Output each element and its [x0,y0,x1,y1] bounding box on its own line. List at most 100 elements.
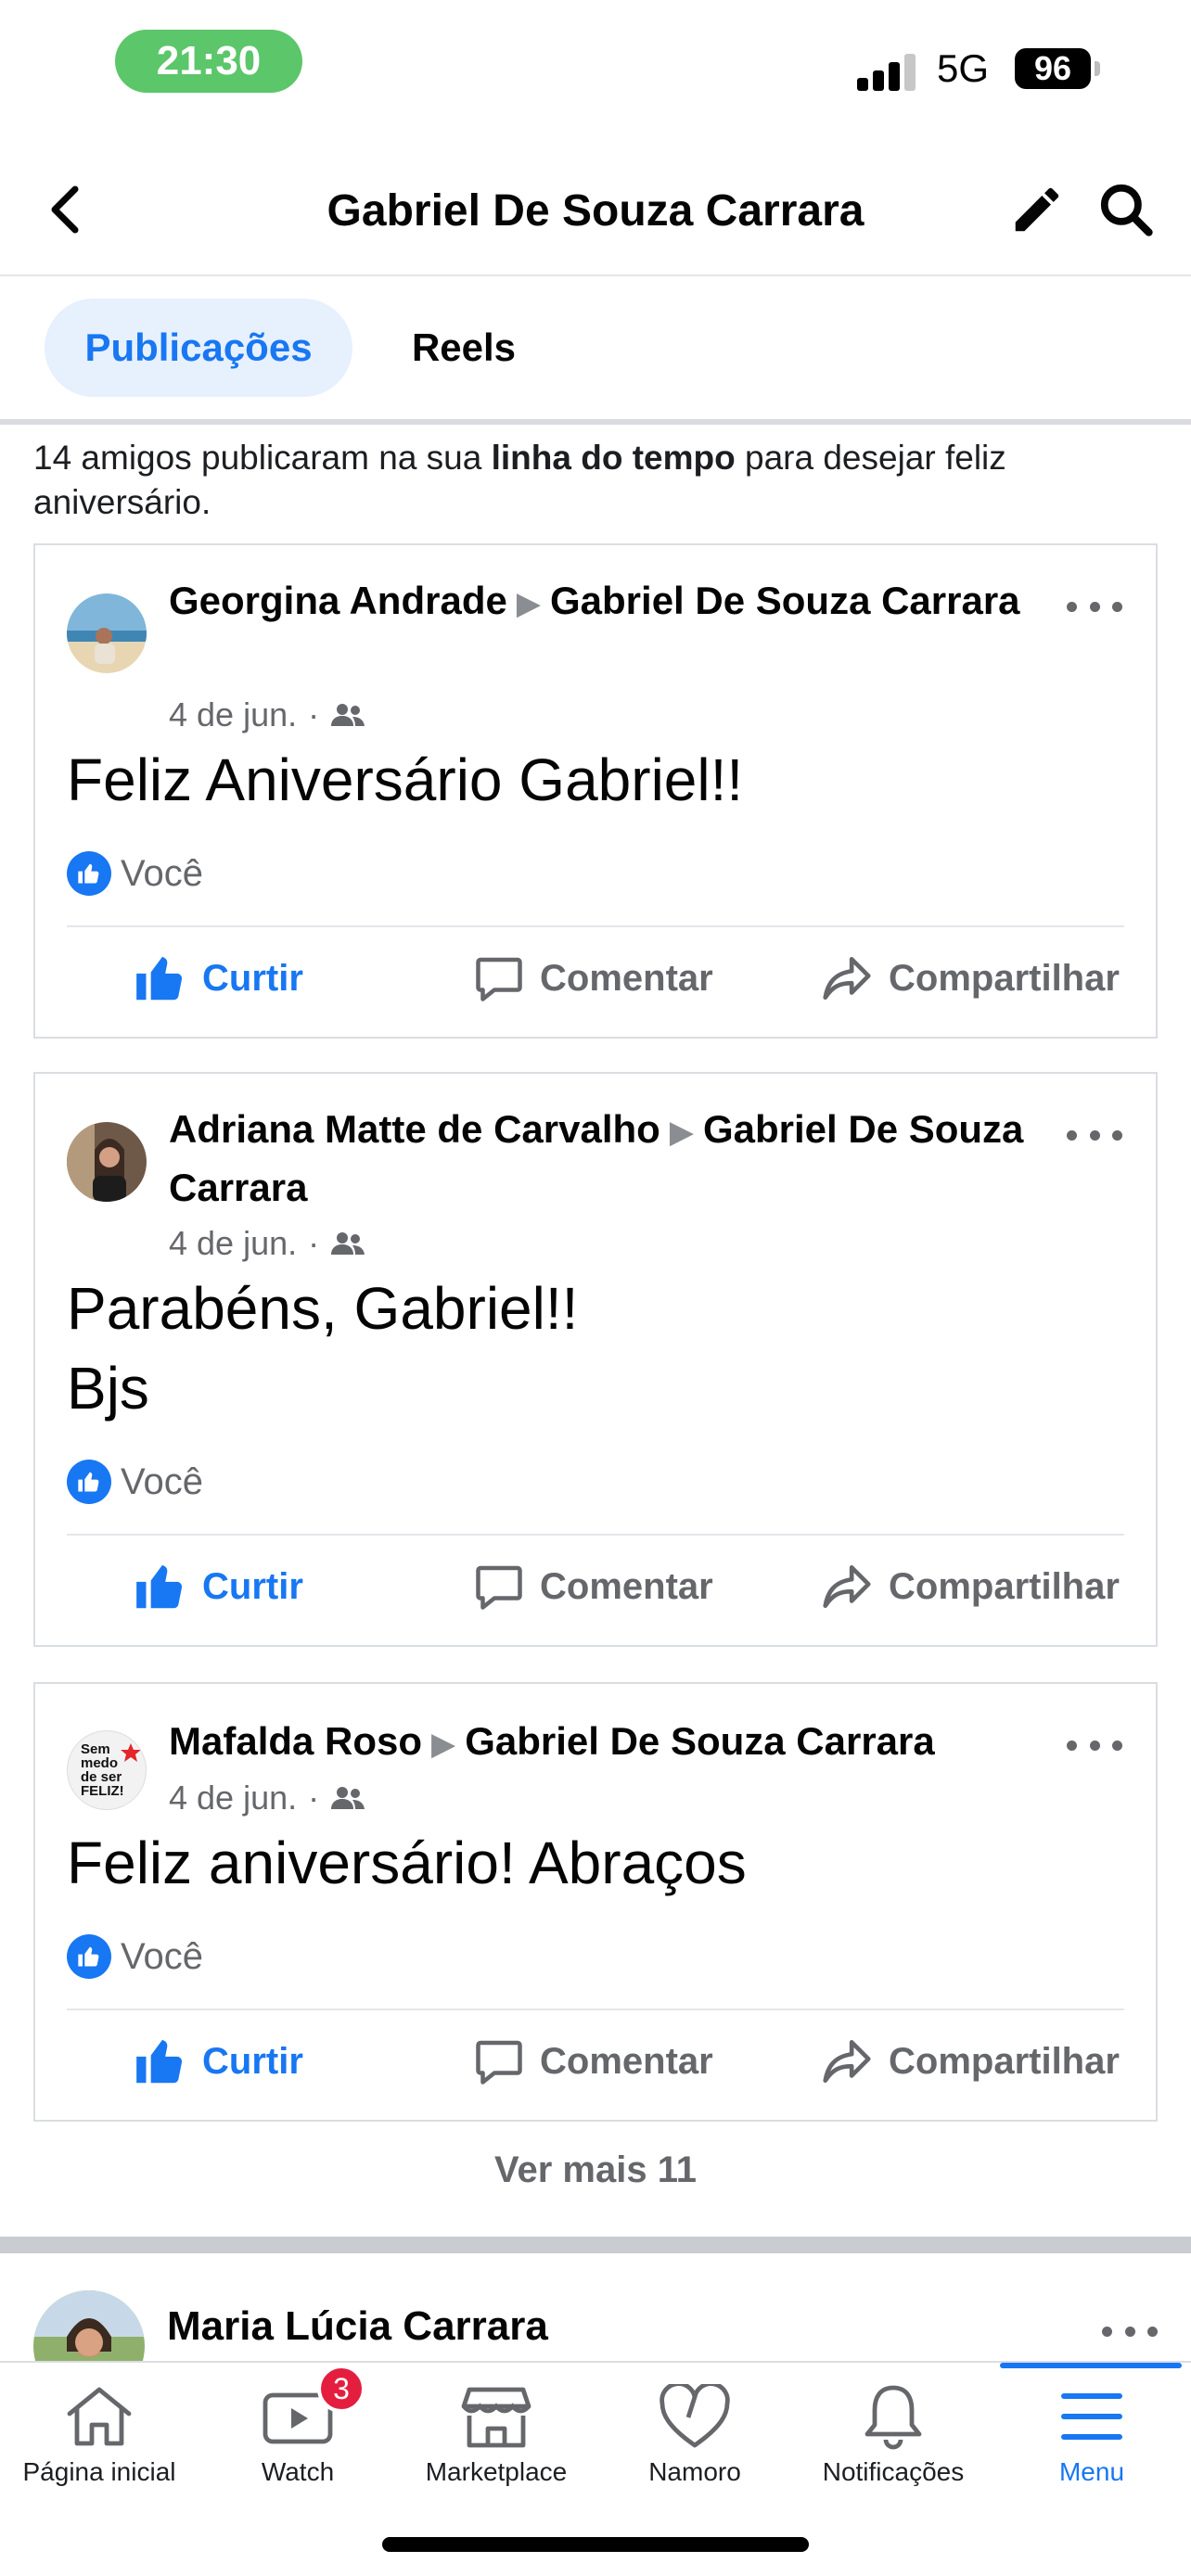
post-author[interactable]: Mafalda Roso ▶ Gabriel De Souza Carrara [169,1714,1059,1772]
more-options-button[interactable] [1067,1727,1122,1764]
next-post-card: Maria Lúcia Carrara [0,2253,1191,2361]
arrow-right-icon: ▶ [431,1727,456,1762]
avatar-text: FELIZ! [81,1783,124,1799]
post-text: Feliz Aniversário Gabriel!! [67,746,744,813]
friends-icon [331,1787,365,1809]
tab-label: Marketplace [425,2457,568,2486]
divider [0,419,1191,425]
network-type: 5G [937,46,990,90]
arrow-right-icon: ▶ [669,1115,694,1150]
tab-label: Watch [261,2457,335,2486]
edit-button[interactable] [1002,171,1072,249]
battery-icon: 96 [1015,48,1091,89]
reaction-names: Você [121,852,203,894]
comment-button[interactable]: Comentar [471,927,713,1029]
post-date[interactable]: 4 de jun. [169,1224,297,1263]
post-date[interactable]: 4 de jun. [169,695,297,734]
share-icon [823,1565,871,1608]
target-name[interactable]: Gabriel De Souza Carrara [465,1719,935,1763]
avatar[interactable] [67,1122,147,1202]
home-indicator[interactable] [382,2537,809,2552]
like-button[interactable]: Curtir [132,2010,303,2112]
bell-icon [864,2385,922,2450]
avatar-text: medo [81,1755,119,1771]
share-button[interactable]: Compartilhar [818,927,1120,1029]
back-button[interactable] [37,174,93,245]
share-icon [823,2040,871,2083]
thumbs-up-icon [136,956,183,1001]
status-time: 21:30 [115,30,302,93]
battery-tip [1095,61,1100,76]
comment-button[interactable]: Comentar [471,1536,713,1638]
nav-header: Gabriel De Souza Carrara [0,148,1191,276]
search-button[interactable] [1091,171,1161,249]
comment-button[interactable]: Comentar [471,2010,713,2112]
tab-reels[interactable]: Reels [371,299,557,397]
target-name[interactable]: Gabriel De Souza Carrara [550,579,1020,622]
avatar[interactable] [67,593,147,673]
like-reaction-icon [67,851,111,896]
post-actions: Curtir Comentar Compartilhar [35,2010,1159,2112]
share-icon [823,957,871,1000]
avatar-text: de ser [81,1769,122,1785]
share-button[interactable]: Compartilhar [818,1536,1120,1638]
post-date[interactable]: 4 de jun. [169,1779,297,1817]
birthday-summary: 14 amigos publicaram na sua linha do tem… [33,436,1156,525]
tab-menu[interactable]: Menu [992,2363,1191,2502]
comment-icon [476,2040,522,2085]
post-actions: Curtir Comentar Compartilhar [35,1536,1159,1638]
section-divider [0,2237,1191,2253]
more-options-button[interactable] [1102,2313,1158,2350]
post-actions: Curtir Comentar Compartilhar [35,927,1159,1029]
reaction-names: Você [121,1935,203,1977]
post-author[interactable]: Georgina Andrade ▶ Gabriel De Souza Carrar… [169,573,1059,631]
reaction-summary[interactable]: Você [67,851,203,896]
thumbs-up-icon [136,1564,183,1609]
author-name[interactable]: Mafalda Roso [169,1719,422,1763]
home-icon [67,2387,132,2446]
friends-icon [331,1232,365,1255]
tab-label: Notificações [822,2457,965,2486]
more-options-button[interactable] [1067,588,1122,625]
heart-icon [660,2384,730,2448]
comment-icon [476,957,522,1001]
search-icon [1100,184,1153,236]
avatar[interactable]: Sem medo de ser FELIZ! [67,1730,147,1810]
tab-watch[interactable]: 3 Watch [198,2363,397,2502]
tab-home[interactable]: Página inicial [0,2363,198,2502]
see-more-button[interactable]: Ver mais 11 [0,2149,1191,2191]
tab-publicacoes[interactable]: Publicações [45,299,352,397]
arrow-right-icon: ▶ [516,586,541,621]
notification-badge: 3 [317,2365,365,2413]
tab-marketplace[interactable]: Marketplace [397,2363,596,2502]
like-reaction-icon [67,1934,111,1979]
reaction-summary[interactable]: Você [67,1460,203,1504]
post-card: Sem medo de ser FELIZ! Mafalda Roso ▶ Gabr… [33,1682,1158,2122]
like-button[interactable]: Curtir [132,1536,303,1638]
reaction-summary[interactable]: Você [67,1934,203,1979]
author-name[interactable]: Georgina Andrade [169,579,507,622]
author-name[interactable]: Adriana Matte de Carvalho [169,1107,660,1151]
post-card: Adriana Matte de Carvalho ▶ Gabriel De Sou… [33,1072,1158,1647]
post-author[interactable]: Adriana Matte de Carvalho ▶ Gabriel De Sou… [169,1102,1059,1216]
marketplace-icon [461,2387,531,2448]
thumbs-up-icon [136,2039,183,2084]
share-button[interactable]: Compartilhar [818,2010,1120,2112]
more-options-button[interactable] [1067,1116,1122,1154]
tab-label: Menu [1058,2457,1125,2486]
signal-icon [857,50,916,91]
tab-dating[interactable]: Namoro [596,2363,794,2502]
post-text-line: Parabéns, Gabriel!! [67,1275,579,1342]
tab-label: Namoro [648,2457,741,2486]
timeline-link[interactable]: linha do tempo [492,439,736,477]
post-meta: 4 de jun. · [169,1224,365,1263]
author-name[interactable]: Maria Lúcia Carrara [167,2303,548,2350]
avatar[interactable] [33,2290,145,2361]
like-button[interactable]: Curtir [132,927,303,1029]
tab-notifications[interactable]: Notificações [794,2363,992,2502]
post-meta: 4 de jun. · [169,695,365,734]
post-text-line: Bjs [67,1355,149,1422]
post-text: Feliz aniversário! Abraços [67,1830,747,1896]
menu-icon [1061,2393,1122,2440]
summary-text: 14 amigos publicaram na sua [33,439,492,477]
